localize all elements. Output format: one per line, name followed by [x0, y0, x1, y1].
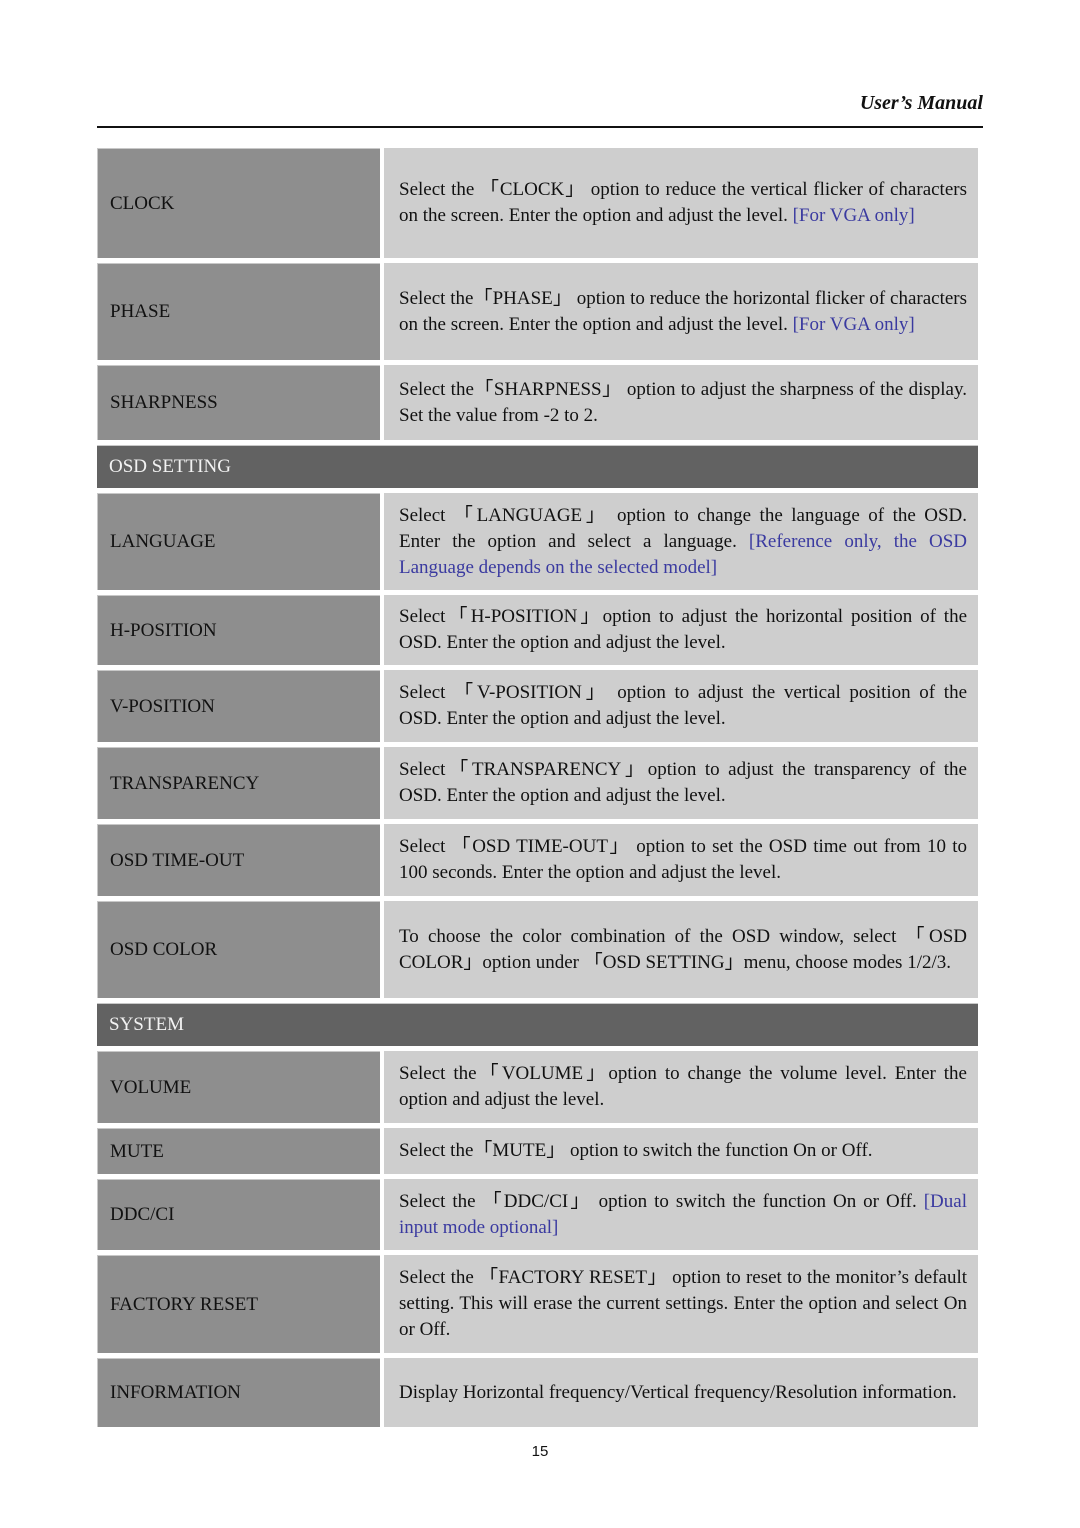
option-description: Select 「LANGUAGE」 option to change the l…	[384, 493, 978, 590]
option-name: PHASE	[97, 263, 380, 360]
description-text: Select「TRANSPARENCY」option to adjust the…	[399, 759, 967, 806]
option-name: H-POSITION	[97, 595, 380, 665]
option-description: Display Horizontal frequency/Vertical fr…	[384, 1358, 978, 1427]
option-name: INFORMATION	[97, 1358, 380, 1427]
section-header: SYSTEM	[97, 1003, 978, 1046]
description-text: Select the「SHARPNESS」 option to adjust t…	[399, 378, 967, 426]
table-row: H-POSITION Select「H-POSITION」option to ad…	[97, 595, 978, 665]
option-name: V-POSITION	[97, 670, 380, 742]
description-text: Select the 「FACTORY RESET」 option to res…	[399, 1267, 967, 1340]
description-text: Select the「VOLUME」option to change the v…	[399, 1063, 967, 1110]
option-description: Select the 「CLOCK」 option to reduce the …	[384, 148, 978, 258]
table-row: DDC/CI Select the 「DDC/CI」 option to swit…	[97, 1179, 978, 1250]
table-row: FACTORY RESET Select the 「FACTORY RESET」 …	[97, 1255, 978, 1353]
option-description: Select the「MUTE」 option to switch the fu…	[384, 1128, 978, 1174]
option-name: VOLUME	[97, 1051, 380, 1123]
header-divider	[97, 126, 983, 128]
option-description: Select the「SHARPNESS」 option to adjust t…	[384, 365, 978, 440]
option-description: Select 「OSD TIME-OUT」 option to set the …	[384, 824, 978, 896]
description-text: Select 「OSD TIME-OUT」 option to set the …	[399, 836, 967, 883]
description-note: [For VGA only]	[792, 205, 915, 226]
option-description: Select the「PHASE」 option to reduce the h…	[384, 263, 978, 360]
description-text: Display Horizontal frequency/Vertical fr…	[399, 1381, 957, 1403]
osd-menu-table: CLOCK Select the 「CLOCK」 option to reduce…	[97, 148, 978, 1432]
description-text: To choose the color combination of the O…	[399, 925, 967, 973]
table-row: LANGUAGE Select 「LANGUAGE」 option to chan…	[97, 493, 978, 590]
table-row: V-POSITION Select 「V-POSITION」 option to …	[97, 670, 978, 742]
section-header: OSD SETTING	[97, 445, 978, 488]
option-description: Select「TRANSPARENCY」option to adjust the…	[384, 747, 978, 819]
option-name: OSD COLOR	[97, 901, 380, 998]
description-note: [For VGA only]	[792, 313, 915, 335]
description-text: Select the「MUTE」 option to switch the fu…	[399, 1140, 873, 1161]
option-name: OSD TIME-OUT	[97, 824, 380, 896]
option-name: MUTE	[97, 1128, 380, 1174]
option-name: CLOCK	[97, 148, 380, 258]
description-text: Select the 「DDC/CI」 option to switch the…	[399, 1190, 917, 1212]
option-name: TRANSPARENCY	[97, 747, 380, 819]
option-description: Select the 「DDC/CI」 option to switch the…	[384, 1179, 978, 1250]
option-description: Select 「V-POSITION」 option to adjust the…	[384, 670, 978, 742]
option-name: DDC/CI	[97, 1179, 380, 1250]
option-description: To choose the color combination of the O…	[384, 901, 978, 998]
table-row: INFORMATION Display Horizontal frequency/…	[97, 1358, 978, 1427]
table-row: SHARPNESS Select the「SHARPNESS」 option to…	[97, 365, 978, 440]
option-name: LANGUAGE	[97, 493, 380, 590]
option-name: SHARPNESS	[97, 365, 380, 440]
table-row: OSD COLOR To choose the color combination…	[97, 901, 978, 998]
table-row: CLOCK Select the 「CLOCK」 option to reduce…	[97, 148, 978, 258]
table-row: TRANSPARENCY Select「TRANSPARENCY」option t…	[97, 747, 978, 819]
option-description: Select the「VOLUME」option to change the v…	[384, 1051, 978, 1123]
description-text: Select 「V-POSITION」 option to adjust the…	[399, 682, 967, 729]
document-header-title: User’s Manual	[859, 92, 983, 114]
option-name: FACTORY RESET	[97, 1255, 380, 1353]
table-row: OSD TIME-OUT Select 「OSD TIME-OUT」 option…	[97, 824, 978, 896]
table-row: MUTE Select the「MUTE」 option to switch th…	[97, 1128, 978, 1174]
table-row: PHASE Select the「PHASE」 option to reduce …	[97, 263, 978, 360]
option-description: Select「H-POSITION」option to adjust the h…	[384, 595, 978, 665]
page-number: 15	[531, 1443, 549, 1460]
description-text: Select「H-POSITION」option to adjust the h…	[399, 606, 967, 653]
option-description: Select the 「FACTORY RESET」 option to res…	[384, 1255, 978, 1353]
table-row: VOLUME Select the「VOLUME」option to change…	[97, 1051, 978, 1123]
